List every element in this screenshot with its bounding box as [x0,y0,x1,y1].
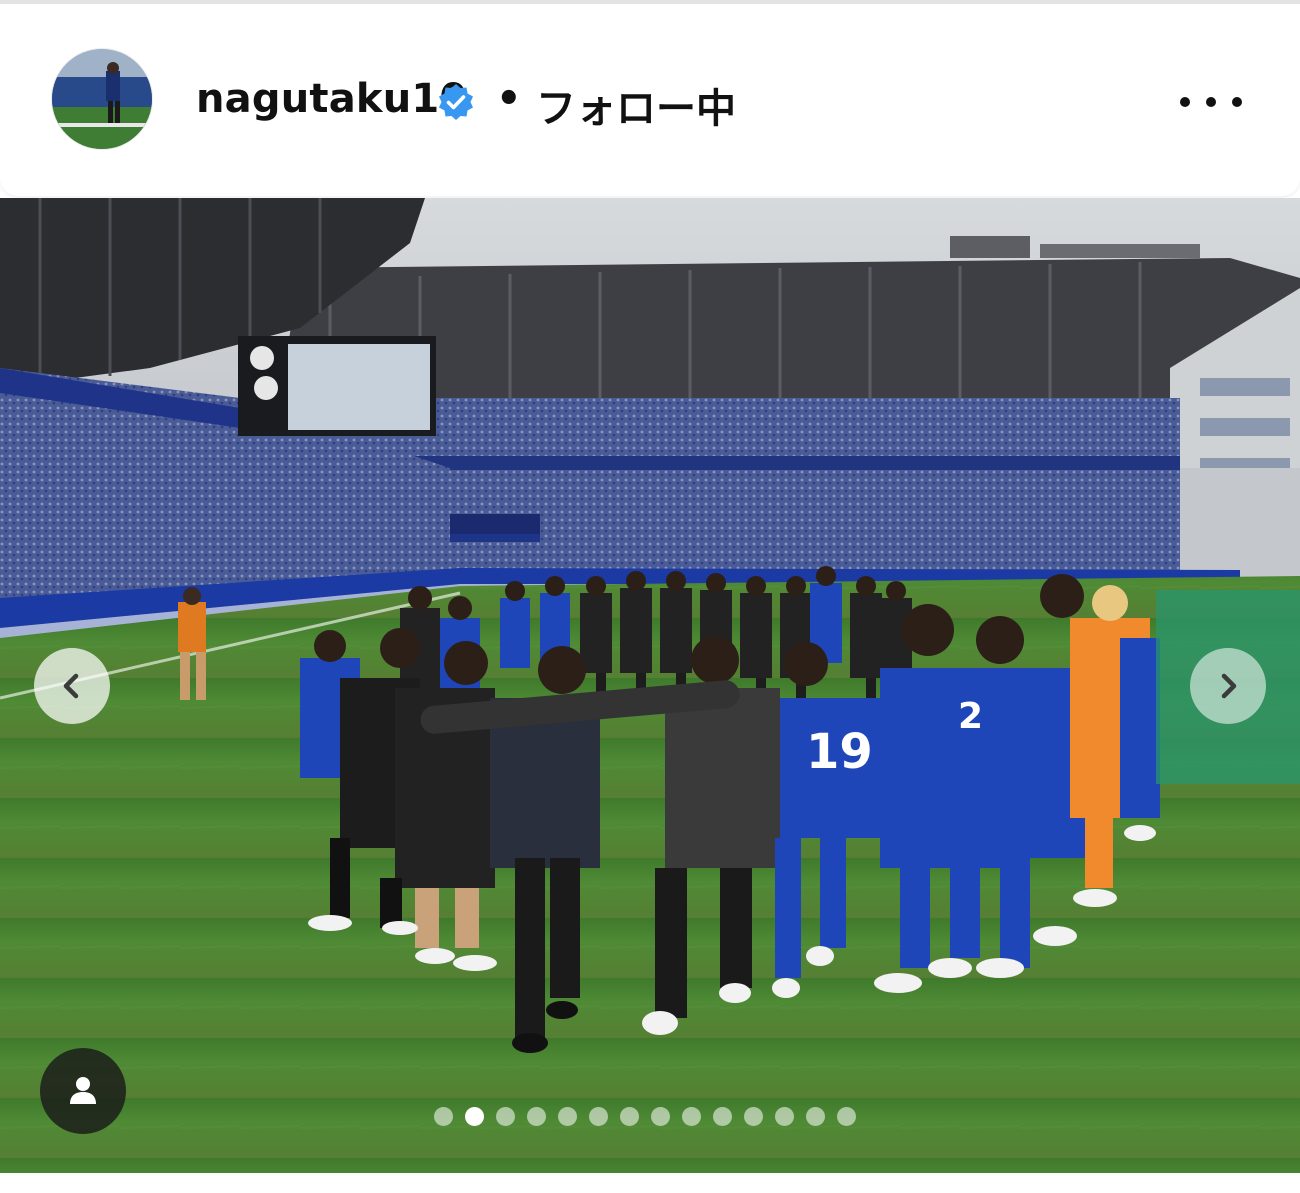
post-photo[interactable]: 19 2 [0,198,1300,1173]
stadium-team-huddle-image: 19 2 [0,198,1300,1173]
profile-avatar[interactable] [52,49,152,149]
carousel-dot [558,1106,577,1126]
carousel-dot-active [465,1106,484,1126]
avatar-image [52,49,152,149]
post-header: nagutaku10 • フォロー中 [0,4,1300,196]
more-horizontal-icon [1232,97,1242,107]
carousel-dot [651,1106,670,1126]
more-options-button[interactable] [1180,82,1242,122]
carousel-dot [744,1106,763,1126]
carousel-dot [713,1106,732,1126]
carousel-dot [775,1106,794,1126]
carousel-indicator [434,1106,856,1126]
bottom-spacer [0,1173,1300,1193]
chevron-left-icon [63,673,79,699]
username[interactable]: nagutaku10 [196,76,467,122]
carousel-dot [434,1106,453,1126]
follow-status-button[interactable]: フォロー中 [536,76,736,134]
next-slide-button[interactable] [1190,648,1266,724]
chevron-right-icon [1221,673,1237,699]
user-tags-button[interactable] [40,1048,126,1134]
carousel-dot [620,1106,639,1126]
carousel-dot [682,1106,701,1126]
more-horizontal-icon [1180,97,1190,107]
carousel-dot [589,1106,608,1126]
user-tag-icon [70,1077,96,1104]
separator-dot: • [496,76,522,122]
more-horizontal-icon [1206,97,1216,107]
svg-text:19: 19 [806,724,873,780]
carousel-dot [806,1106,825,1126]
carousel-dot [527,1106,546,1126]
carousel-dot [837,1106,856,1126]
verified-badge-icon [439,84,473,120]
svg-text:2: 2 [958,696,983,737]
previous-slide-button[interactable] [34,648,110,724]
carousel-dot [496,1106,515,1126]
